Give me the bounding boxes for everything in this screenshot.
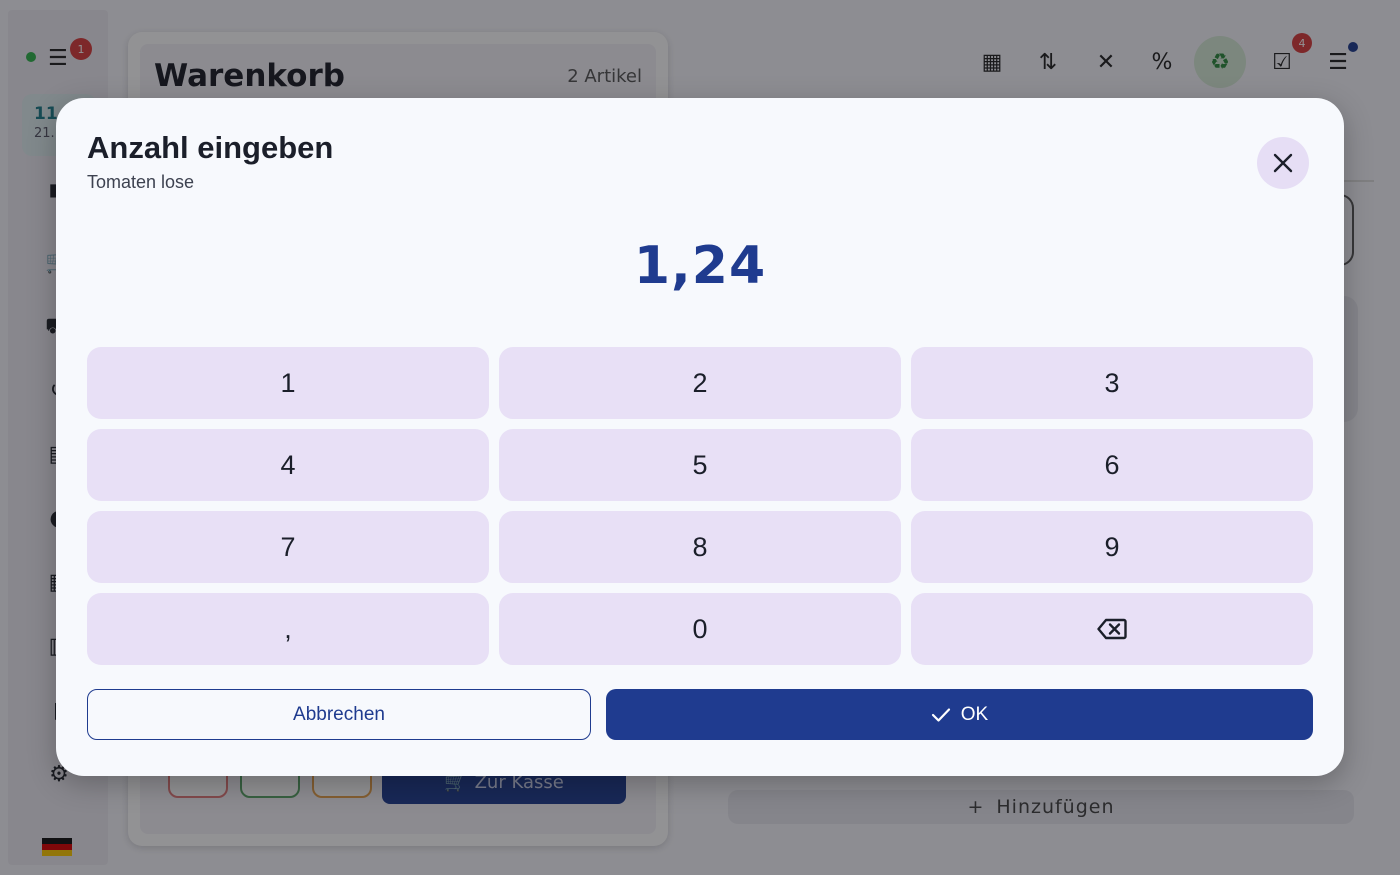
ok-button[interactable]: OK (606, 689, 1313, 740)
key-8[interactable]: 8 (499, 511, 901, 583)
key-comma[interactable]: , (87, 593, 489, 665)
key-2[interactable]: 2 (499, 347, 901, 419)
cancel-button[interactable]: Abbrechen (87, 689, 591, 740)
quantity-display: 1,24 (633, 236, 767, 296)
cancel-label: Abbrechen (293, 703, 385, 725)
dialog-title: Anzahl eingeben (87, 130, 334, 165)
close-button[interactable] (1257, 137, 1309, 189)
numeric-keypad: 1 2 3 4 5 6 7 8 9 , 0 (87, 347, 1313, 665)
backspace-icon (1097, 618, 1127, 640)
key-6[interactable]: 6 (911, 429, 1313, 501)
close-icon (1273, 153, 1293, 173)
check-icon (931, 707, 950, 722)
key-0[interactable]: 0 (499, 593, 901, 665)
dialog-subtitle: Tomaten lose (87, 172, 195, 192)
key-4[interactable]: 4 (87, 429, 489, 501)
key-7[interactable]: 7 (87, 511, 489, 583)
ok-label: OK (960, 703, 989, 725)
quantity-dialog: Anzahl eingeben Tomaten lose 1,24 1 2 3 … (56, 98, 1344, 776)
key-3[interactable]: 3 (911, 347, 1313, 419)
backspace-button[interactable] (911, 593, 1313, 665)
key-5[interactable]: 5 (499, 429, 901, 501)
key-1[interactable]: 1 (87, 347, 489, 419)
key-9[interactable]: 9 (911, 511, 1313, 583)
